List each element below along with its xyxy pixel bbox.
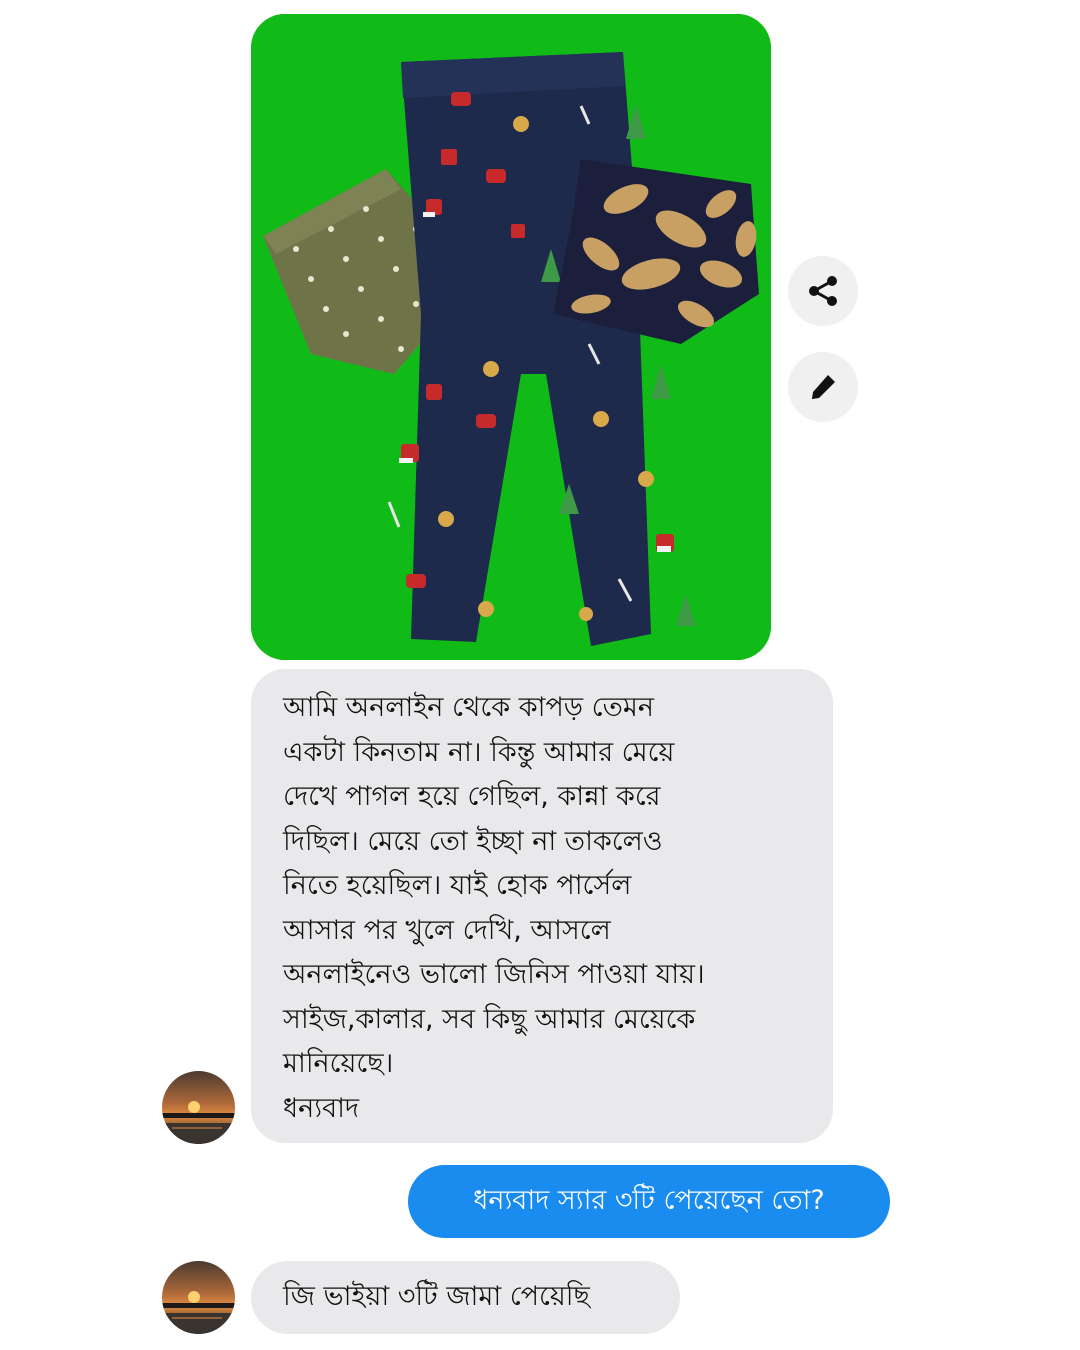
avatar[interactable] — [162, 1261, 235, 1334]
message-line: দেখে পাগল হয়ে গেছিল, কান্না করে — [283, 781, 661, 812]
incoming-message-bubble[interactable]: জি ভাইয়া ৩টি জামা পেয়েছি — [251, 1261, 680, 1334]
pencil-icon — [812, 375, 835, 399]
message-line: নিতে হয়েছিল। যাই হোক পার্সেল — [283, 870, 632, 901]
message-line: ধন্যবাদ — [283, 1092, 360, 1124]
photo-icon — [251, 14, 771, 660]
outgoing-message-bubble[interactable]: ধন্যবাদ স্যার ৩টি পেয়েছেন তো? — [408, 1165, 890, 1238]
sunset-avatar-icon — [162, 1261, 235, 1334]
message-line: মানিয়েছে। — [283, 1048, 394, 1079]
message-line: আমি অনলাইন থেকে কাপড় তেমন — [283, 692, 654, 723]
message-text: ধন্যবাদ স্যার ৩টি পেয়েছেন তো? — [473, 1185, 825, 1217]
share-button[interactable] — [788, 256, 858, 326]
share-icon — [809, 276, 837, 306]
message-line: দিছিল। মেয়ে তো ইচ্ছা না তাকলেও — [283, 825, 663, 857]
incoming-message-bubble[interactable]: আমি অনলাইন থেকে কাপড় তেমন একটা কিনতাম ন… — [251, 669, 833, 1143]
sunset-avatar-icon — [162, 1071, 235, 1144]
message-line: অনলাইনেও ভালো জিনিস পাওয়া যায়। — [283, 959, 705, 990]
product-photo[interactable] — [251, 14, 771, 660]
chat-screen: আমি অনলাইন থেকে কাপড় তেমন একটা কিনতাম ন… — [0, 0, 1080, 1350]
message-line: আসার পর খুলে দেখি, আসলে — [283, 914, 611, 946]
avatar[interactable] — [162, 1071, 235, 1144]
message-line: একটা কিনতাম না। কিন্তু আমার মেয়ে — [283, 736, 675, 768]
message-text: জি ভাইয়া ৩টি জামা পেয়েছি — [283, 1281, 590, 1313]
message-line: সাইজ,কালার, সব কিছু আমার মেয়েকে — [283, 1003, 696, 1035]
edit-button[interactable] — [788, 352, 858, 422]
